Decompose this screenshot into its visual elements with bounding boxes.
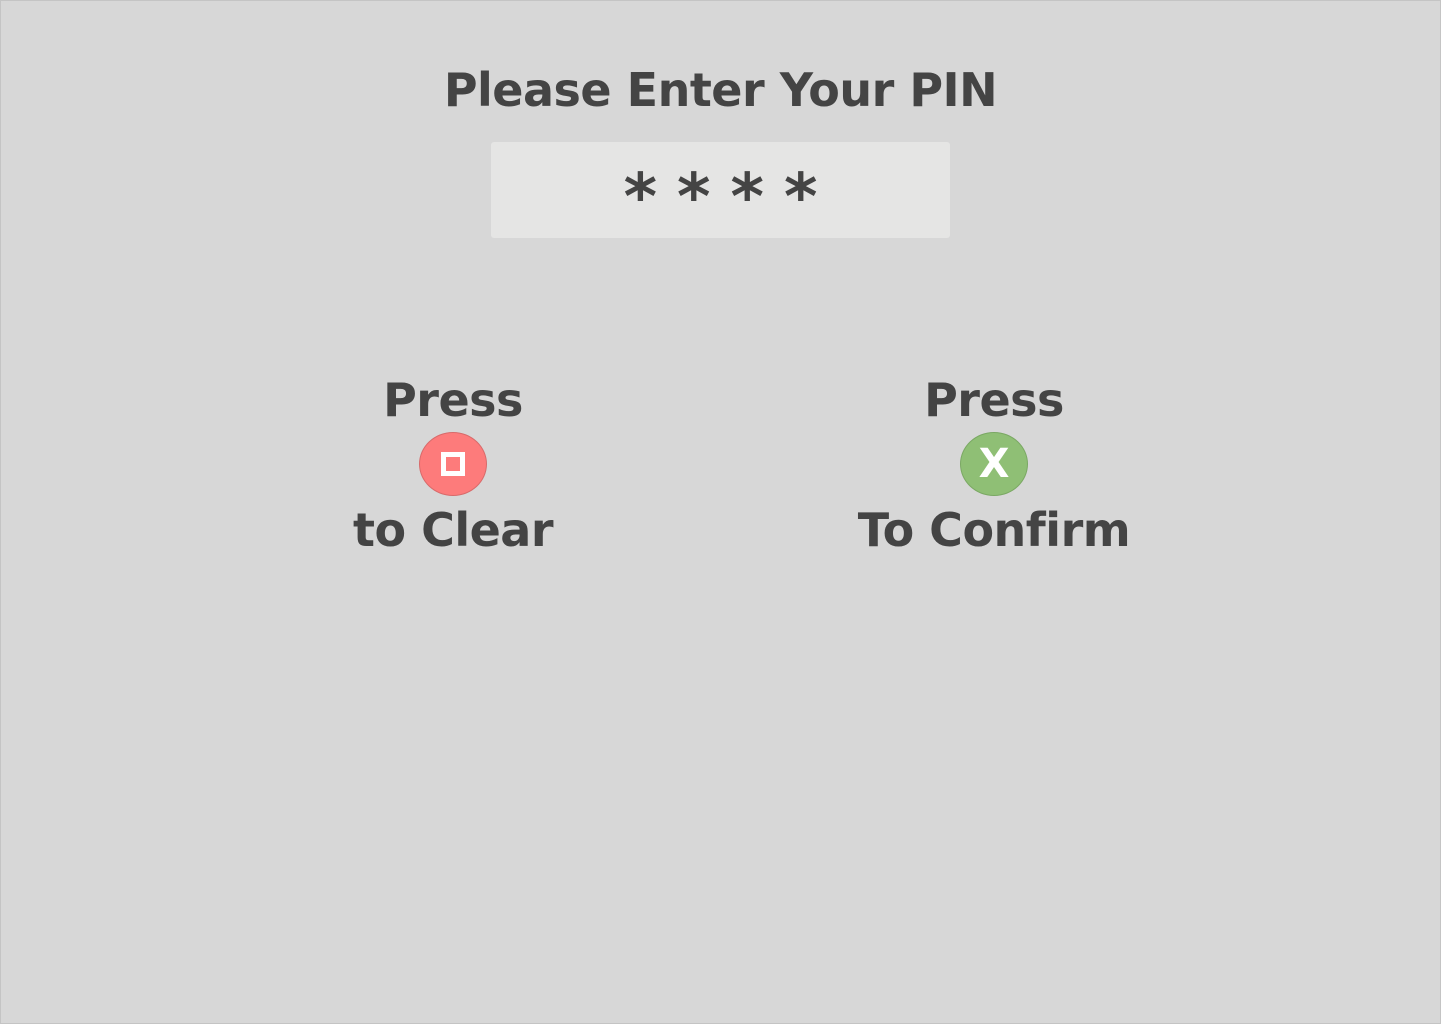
clear-press-label: Press [383, 373, 523, 427]
pin-digit-2: * [677, 161, 711, 235]
clear-instruction: Press to Clear [253, 372, 653, 558]
confirm-press-label: Press [924, 373, 1064, 427]
cross-button-icon: X [978, 441, 1010, 487]
pin-digit-3: * [730, 161, 764, 235]
pin-digit-4: * [783, 161, 818, 235]
pin-digit-1: * [623, 161, 658, 235]
confirm-button[interactable]: X [960, 432, 1028, 496]
confirm-result-label: To Confirm [857, 503, 1131, 557]
confirm-instruction: Press X To Confirm [794, 372, 1194, 558]
clear-button[interactable] [419, 432, 487, 496]
square-button-icon [441, 452, 465, 476]
pin-display: * * * * [491, 142, 950, 238]
clear-result-label: to Clear [352, 503, 554, 557]
page-title: Please Enter Your PIN [443, 63, 998, 117]
